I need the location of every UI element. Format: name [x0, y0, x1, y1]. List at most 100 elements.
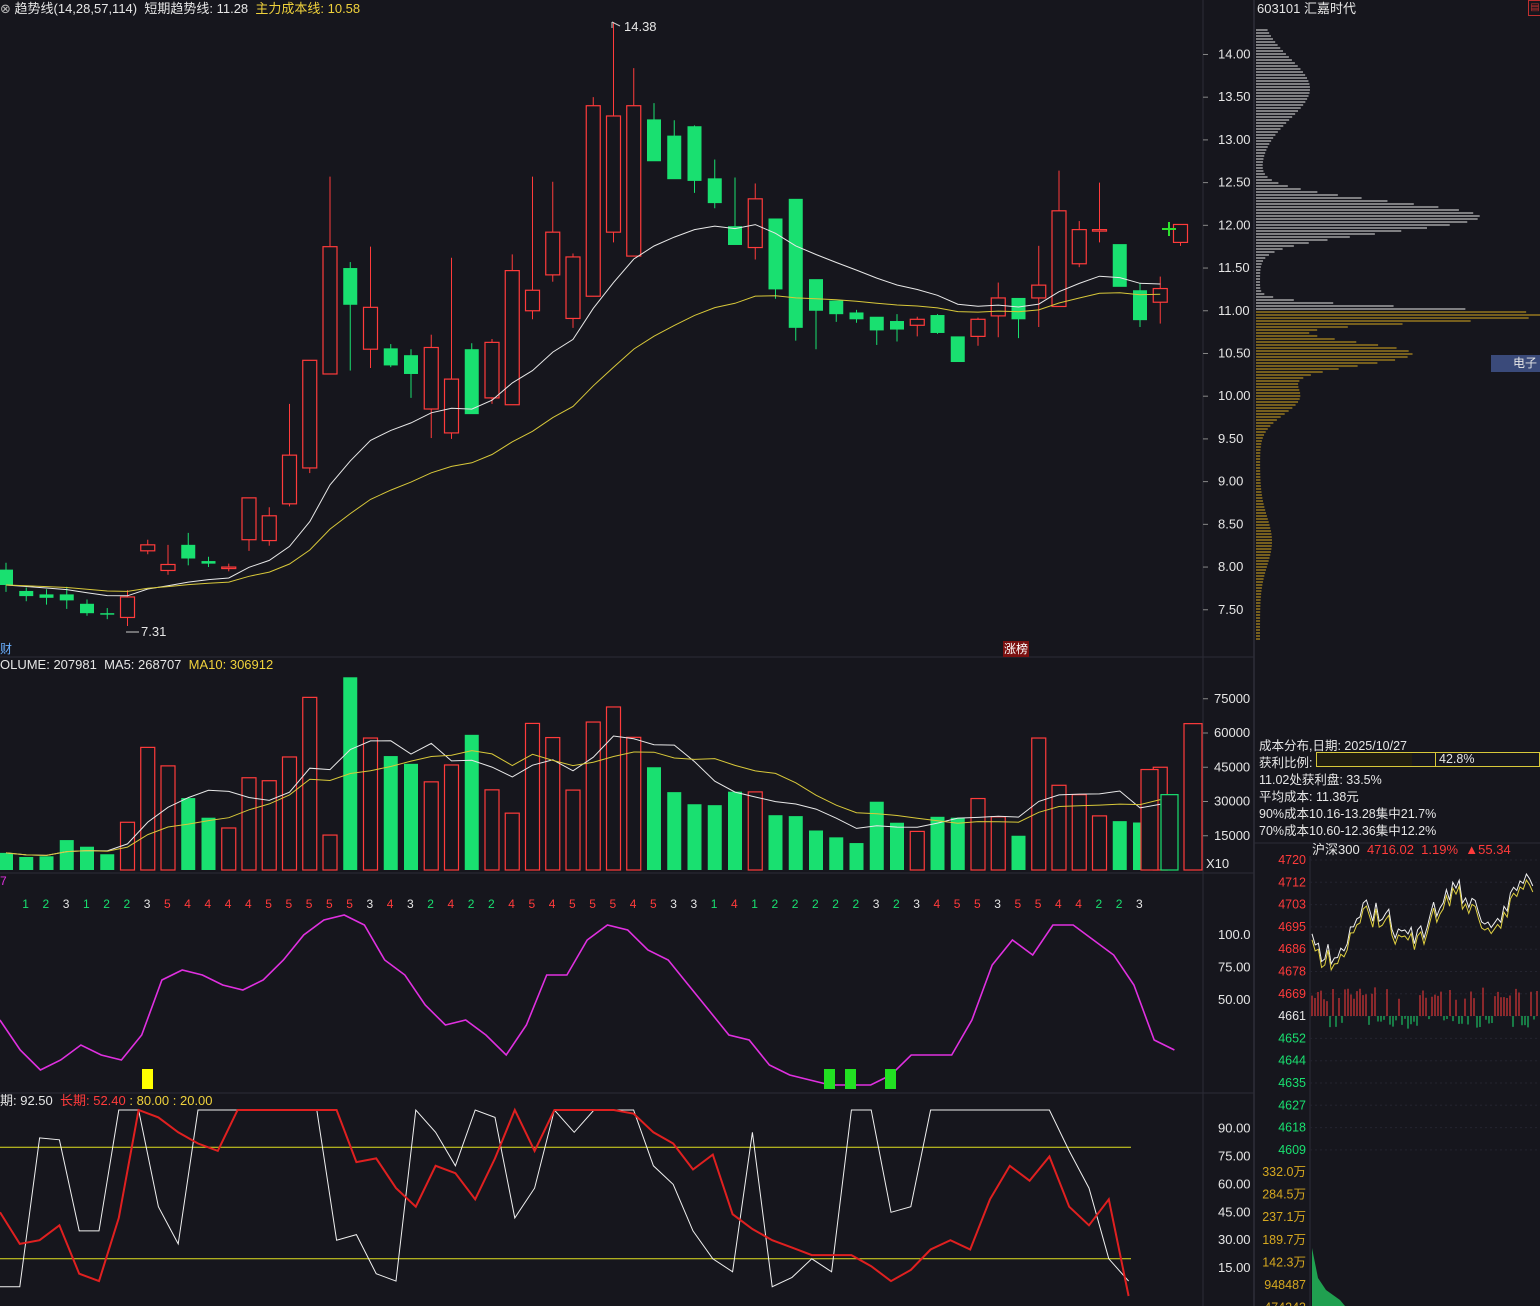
count-digit: 5 — [1035, 897, 1042, 911]
count-digit: 1 — [83, 897, 90, 911]
candle-body — [869, 316, 884, 331]
candle-body — [140, 544, 156, 552]
kd-tick-label: 45.00 — [1218, 1204, 1251, 1219]
candle-body — [100, 613, 115, 615]
price-tick-label: 10.00 — [1218, 388, 1251, 403]
count-digit: 5 — [1015, 897, 1022, 911]
volume-bar — [0, 852, 13, 870]
candle-body — [970, 318, 986, 337]
count-digit: 2 — [43, 897, 50, 911]
volume-bar — [119, 821, 136, 871]
volume-unit: X10 — [1206, 856, 1230, 871]
count-digit: 5 — [306, 897, 313, 911]
count-digit: 2 — [488, 897, 495, 911]
count-digit: 4 — [448, 897, 455, 911]
cost-70: 70%成本10.60-12.36集中12.2% — [1259, 824, 1437, 838]
volume-bar — [322, 834, 338, 871]
candle-body — [849, 312, 864, 320]
volume-bar — [829, 837, 844, 870]
signal-block — [885, 1069, 896, 1089]
volume-bar — [1011, 835, 1026, 870]
candle-body — [1031, 284, 1047, 299]
candle-body — [788, 198, 803, 328]
volume-bar — [809, 830, 823, 870]
short-trend-legend: 短期趋势线: 11.28 — [144, 1, 249, 16]
candle-body — [443, 378, 460, 434]
candle-body — [626, 105, 642, 257]
count-digit: 3 — [367, 897, 374, 911]
count-digit: 1 — [22, 897, 29, 911]
count-digit: 5 — [569, 897, 576, 911]
index-header: 沪深300 4716.02 1.19% ▲55.34 — [1312, 842, 1511, 858]
price-tick-label: 11.50 — [1218, 260, 1250, 275]
count-digit: 2 — [124, 897, 131, 911]
sector-tag[interactable]: 电子 — [1491, 355, 1540, 372]
volume-ma10-line — [5, 750, 1161, 856]
price-tick-label: 8.50 — [1218, 516, 1243, 531]
volume-bar — [1031, 737, 1047, 871]
profit-bar-fill — [1317, 753, 1413, 766]
index-price-tick: 4652 — [1278, 1031, 1306, 1045]
volume-bar — [241, 777, 257, 871]
count-digit: 3 — [691, 897, 698, 911]
profit-bar: 42.8% — [1316, 752, 1540, 767]
price-tick-label: 9.00 — [1218, 474, 1243, 489]
collapse-icon[interactable]: ⊗ — [0, 1, 15, 16]
chart-stage[interactable]: 14.00 13.50 13.00 12.50 12.00 11.50 11.00 10.50… — [0, 0, 1540, 1306]
top-gainer-tag[interactable]: 涨榜 — [1003, 641, 1030, 657]
price-tick-label: 13.00 — [1218, 132, 1251, 147]
candle-body — [59, 594, 74, 601]
kd-tick-label: 30.00 — [1218, 1232, 1251, 1247]
count-digit: 5 — [954, 897, 961, 911]
price-tick-label: 11.00 — [1218, 303, 1250, 318]
volume-tick-label: 60000 — [1214, 725, 1250, 740]
count-digit: 2 — [772, 897, 779, 911]
candle-body — [423, 346, 439, 410]
volume-bar — [849, 843, 864, 870]
count-digit: 4 — [549, 897, 556, 911]
profit-value: 42.8% — [1439, 752, 1475, 766]
low-price-label: 7.31 — [141, 624, 167, 639]
kd-tick-label: 75.00 — [1218, 1149, 1251, 1164]
toggle-icon[interactable]: ▤ — [1528, 0, 1540, 16]
candle-body — [930, 315, 945, 333]
indicator-tick-label: 100.0 — [1218, 927, 1251, 942]
index-vol-tick: 474243 — [1264, 1301, 1306, 1306]
index-vol-tick: 948487 — [1264, 1278, 1306, 1292]
candle-body — [160, 563, 176, 572]
count-digit: 4 — [225, 897, 232, 911]
volume-bar — [443, 764, 460, 871]
count-digit: 2 — [103, 897, 110, 911]
count-digit: 5 — [974, 897, 981, 911]
volume-bar — [768, 815, 783, 870]
count-digit: 2 — [853, 897, 860, 911]
index-price-tick: 4609 — [1278, 1143, 1306, 1157]
count-digit: 3 — [913, 897, 920, 911]
count-digit: 4 — [1075, 897, 1082, 911]
index-price: 4716.02 — [1366, 842, 1414, 857]
count-digit: 5 — [610, 897, 617, 911]
price-tick-label: 14.00 — [1218, 46, 1251, 61]
candle-body — [687, 126, 702, 181]
index-price-line — [1311, 872, 1534, 966]
volume-bar — [423, 781, 439, 871]
volume-bar-forecast — [1140, 768, 1159, 871]
signal-block — [824, 1069, 835, 1089]
count-digit: 5 — [529, 897, 536, 911]
candle-body — [1112, 244, 1127, 287]
oscillator-line — [0, 914, 1175, 1086]
count-digit: 3 — [994, 897, 1001, 911]
volume-bar — [302, 696, 318, 871]
volume-tick-label: 45000 — [1214, 759, 1250, 774]
index-price-tick: 4644 — [1278, 1054, 1306, 1068]
volume-bar — [970, 797, 986, 871]
count-digit: 5 — [326, 897, 333, 911]
candle-body — [119, 596, 136, 619]
price-tick-label: 7.50 — [1218, 602, 1243, 617]
candle-body — [343, 268, 358, 305]
finance-tag[interactable]: 财 — [0, 641, 12, 657]
kd-long: 长期: 52.40 — [60, 1093, 126, 1108]
indicator-tick-label: 75.00 — [1218, 960, 1251, 975]
kd-tick-label: 15.00 — [1218, 1260, 1251, 1275]
candle-body — [707, 178, 722, 204]
